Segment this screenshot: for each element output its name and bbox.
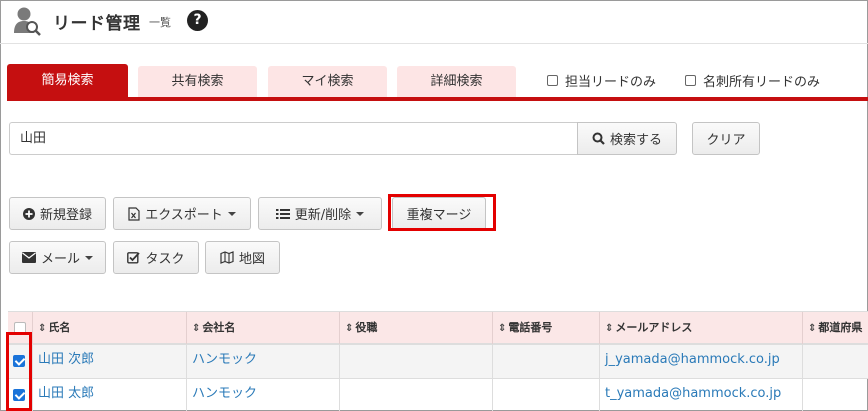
update-delete-label: 更新/削除 [294, 208, 352, 223]
tab-my-search[interactable]: マイ検索 [268, 66, 387, 99]
mail-dropdown-button[interactable]: メール [9, 241, 106, 274]
col-email[interactable]: ⇕ メールアドレス [599, 312, 802, 344]
col-company[interactable]: ⇕ 会社名 [186, 312, 339, 344]
email-link[interactable]: j_yamada@hammock.co.jp [599, 345, 802, 378]
position-cell [339, 379, 492, 411]
map-icon [220, 251, 234, 264]
search-input[interactable]: 山田 [9, 122, 577, 155]
chevron-down-icon [85, 255, 93, 260]
company-link[interactable]: ハンモック [186, 379, 339, 411]
position-cell [339, 345, 492, 378]
merge-highlight-box [388, 194, 496, 231]
sort-icon: ⇕ [808, 323, 817, 334]
envelope-icon [21, 252, 36, 263]
clear-button[interactable]: クリア [692, 122, 760, 155]
search-icon [592, 132, 605, 145]
col-prefecture-label: 都道府県 [818, 321, 863, 334]
col-phone-label: 電話番号 [508, 321, 553, 334]
page-title: リード管理 [53, 14, 141, 34]
clear-button-label: クリア [706, 133, 746, 148]
header-divider [0, 43, 868, 44]
help-icon[interactable]: ? [187, 10, 208, 31]
col-prefecture[interactable]: ⇕ 都道府県 [802, 312, 868, 344]
sort-icon: ⇕ [498, 323, 507, 334]
checkbox-highlight-box [6, 332, 32, 411]
sort-icon: ⇕ [345, 323, 354, 334]
tab-simple-search[interactable]: 簡易検索 [7, 64, 128, 99]
lead-name-link[interactable]: 山田 次郎 [32, 345, 186, 378]
filter-my-leads[interactable]: 担当リードのみ [547, 71, 656, 90]
task-button[interactable]: タスク [113, 241, 199, 274]
mail-label: メール [40, 252, 80, 267]
tab-underline [7, 97, 868, 101]
export-dropdown-button[interactable]: エクスポート [113, 197, 251, 230]
table-header: ⇕ 氏名 ⇕ 会社名 ⇕ 役職 ⇕ 電話番号 ⇕ メールアドレス ⇕ 都道府県 [8, 311, 868, 345]
prefecture-cell [802, 345, 868, 378]
company-link[interactable]: ハンモック [186, 345, 339, 378]
export-label: エクスポート [145, 208, 223, 223]
filter-card-owned-checkbox[interactable] [685, 75, 696, 86]
page-header: リード管理 一覧 ? [0, 0, 868, 44]
filter-my-leads-label: 担当リードのみ [565, 75, 657, 90]
email-link[interactable]: t_yamada@hammock.co.jp [599, 379, 802, 411]
task-label: タスク [145, 252, 185, 267]
col-position[interactable]: ⇕ 役職 [339, 312, 492, 344]
map-button[interactable]: 地図 [205, 241, 280, 274]
tab-advanced-search[interactable]: 詳細検索 [397, 66, 516, 99]
page-subtitle: 一覧 [149, 16, 171, 29]
filter-card-owned[interactable]: 名刺所有リードのみ [685, 71, 820, 90]
col-name[interactable]: ⇕ 氏名 [32, 312, 186, 344]
filter-card-owned-label: 名刺所有リードのみ [703, 75, 821, 90]
prefecture-cell [802, 379, 868, 411]
sort-icon: ⇕ [38, 323, 47, 334]
col-name-label: 氏名 [48, 321, 71, 334]
col-company-label: 会社名 [202, 321, 236, 334]
table-row[interactable]: 山田 太郎 ハンモック t_yamada@hammock.co.jp [8, 379, 868, 411]
excel-file-icon [128, 206, 140, 221]
plus-circle-icon [22, 207, 35, 220]
sort-icon: ⇕ [605, 323, 614, 334]
search-button[interactable]: 検索する [577, 122, 677, 155]
checkbox-icon [127, 252, 141, 264]
chevron-down-icon [227, 211, 236, 216]
lead-name-link[interactable]: 山田 太郎 [32, 379, 186, 411]
filter-my-leads-checkbox[interactable] [547, 75, 558, 86]
list-icon [275, 208, 290, 219]
col-position-label: 役職 [355, 321, 378, 334]
phone-cell [492, 379, 599, 411]
new-register-button[interactable]: 新規登録 [9, 197, 106, 230]
search-button-label: 検索する [609, 133, 662, 148]
phone-cell [492, 345, 599, 378]
lead-user-icon [14, 7, 41, 36]
new-register-label: 新規登録 [39, 208, 92, 223]
map-label: 地図 [238, 252, 265, 267]
update-delete-dropdown-button[interactable]: 更新/削除 [258, 197, 382, 230]
tab-shared-search[interactable]: 共有検索 [138, 66, 257, 99]
col-phone[interactable]: ⇕ 電話番号 [492, 312, 599, 344]
sort-icon: ⇕ [192, 323, 201, 334]
chevron-down-icon [356, 211, 365, 216]
col-email-label: メールアドレス [615, 321, 693, 334]
table-row[interactable]: 山田 次郎 ハンモック j_yamada@hammock.co.jp [8, 345, 868, 379]
